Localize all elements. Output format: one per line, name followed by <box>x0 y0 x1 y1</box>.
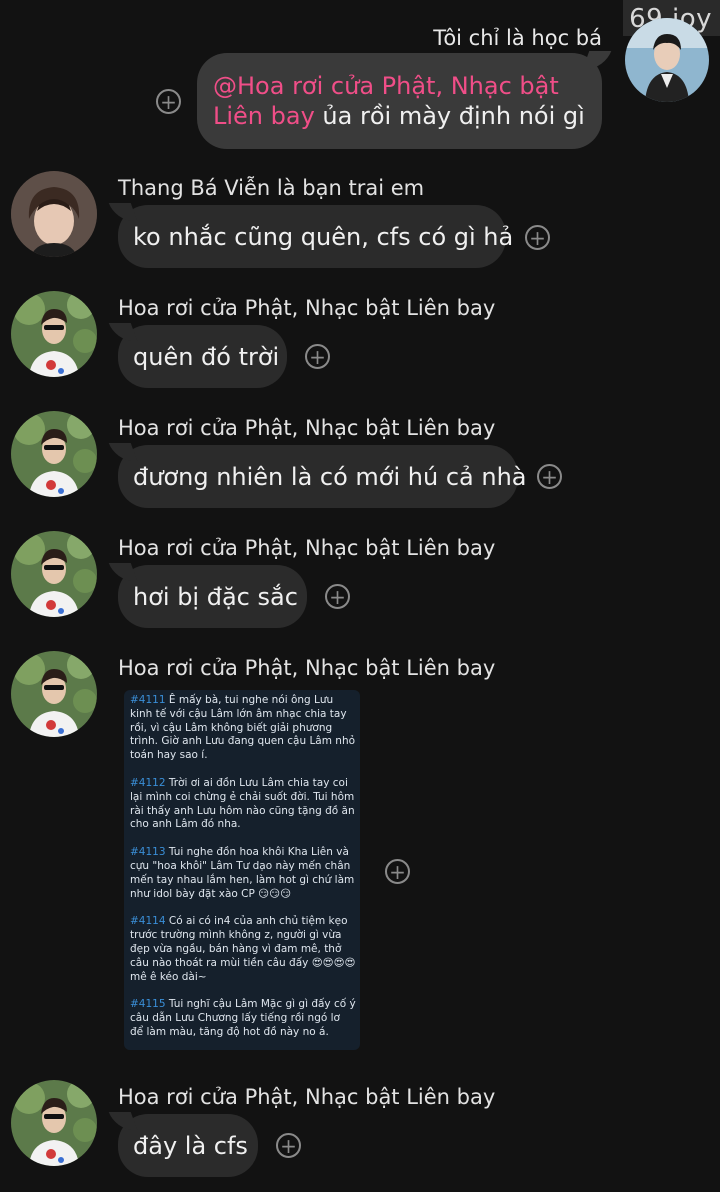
post-number: #4112 <box>130 776 166 789</box>
message-text: đây là cfs <box>133 1131 248 1160</box>
confession-post: #4112 Trời ơi ai đồn Lưu Lâm chia tay co… <box>130 777 356 832</box>
message-bubble[interactable]: đây là cfs <box>118 1114 258 1177</box>
avatar-thang-ba-vien[interactable] <box>11 171 97 257</box>
own-avatar[interactable] <box>625 18 709 102</box>
plus-glyph: + <box>389 859 406 884</box>
plus-glyph: + <box>280 1133 297 1158</box>
confession-post: #4114 Có ai có in4 của anh chủ tiệm kẹo … <box>130 915 356 984</box>
confession-post: #4113 Tui nghe đồn hoa khôi Kha Liên và … <box>130 846 356 901</box>
sender-name: Hoa rơi cửa Phật, Nhạc bật Liên bay <box>118 536 496 560</box>
message-bubble[interactable]: ko nhắc cũng quên, cfs có gì hả <box>118 205 513 268</box>
message-bubble[interactable]: quên đó trời <box>118 325 287 388</box>
add-reaction-icon[interactable]: + <box>537 464 562 489</box>
shared-screenshot-image[interactable]: #4111 Ê mấy bà, tui nghe nói ông Lưu kin… <box>124 690 360 1050</box>
avatar-hoa-roi-cua-phat[interactable] <box>11 411 97 497</box>
avatar-hoa-roi-cua-phat[interactable] <box>11 291 97 377</box>
post-number: #4115 <box>130 998 166 1011</box>
add-reaction-icon[interactable]: + <box>525 225 550 250</box>
add-reaction-icon[interactable]: + <box>325 584 350 609</box>
post-number: #4113 <box>130 846 166 859</box>
avatar-hoa-roi-cua-phat[interactable] <box>11 531 97 617</box>
message-text: hơi bị đặc sắc <box>133 582 298 611</box>
sender-name: Hoa rơi cửa Phật, Nhạc bật Liên bay <box>118 416 496 440</box>
sender-name: Hoa rơi cửa Phật, Nhạc bật Liên bay <box>118 1085 496 1109</box>
own-message-bubble[interactable]: @Hoa rơi cửa Phật, Nhạc bật Liên bay ủa … <box>197 53 602 149</box>
sender-name: Hoa rơi cửa Phật, Nhạc bật Liên bay <box>118 656 496 680</box>
add-reaction-icon[interactable]: + <box>305 344 330 369</box>
plus-glyph: + <box>160 89 177 114</box>
own-message-text: ủa rồi mày định nói gì <box>314 102 585 130</box>
own-sender-name: Tôi chỉ là học bá <box>433 26 602 50</box>
message-bubble[interactable]: hơi bị đặc sắc <box>118 565 307 628</box>
message-bubble[interactable]: đương nhiên là có mới hú cả nhà <box>118 445 526 508</box>
sender-name: Thang Bá Viễn là bạn trai em <box>118 176 425 200</box>
avatar-hoa-roi-cua-phat[interactable] <box>11 651 97 737</box>
plus-glyph: + <box>309 344 326 369</box>
post-number: #4111 <box>130 694 166 706</box>
add-reaction-icon[interactable]: + <box>156 89 181 114</box>
plus-glyph: + <box>329 584 346 609</box>
post-number: #4114 <box>130 915 166 928</box>
sender-name: Hoa rơi cửa Phật, Nhạc bật Liên bay <box>118 296 496 320</box>
message-text: quên đó trời <box>133 342 280 371</box>
message-text: ko nhắc cũng quên, cfs có gì hả <box>133 222 514 251</box>
add-reaction-icon[interactable]: + <box>385 859 410 884</box>
plus-glyph: + <box>529 225 546 250</box>
confession-post: #4115 Tui nghĩ cậu Lâm Mặc gì gì đấy cố … <box>130 998 356 1039</box>
avatar-hoa-roi-cua-phat[interactable] <box>11 1080 97 1166</box>
add-reaction-icon[interactable]: + <box>276 1133 301 1158</box>
message-text: đương nhiên là có mới hú cả nhà <box>133 462 527 491</box>
plus-glyph: + <box>541 464 558 489</box>
confession-post: #4111 Ê mấy bà, tui nghe nói ông Lưu kin… <box>130 694 356 763</box>
